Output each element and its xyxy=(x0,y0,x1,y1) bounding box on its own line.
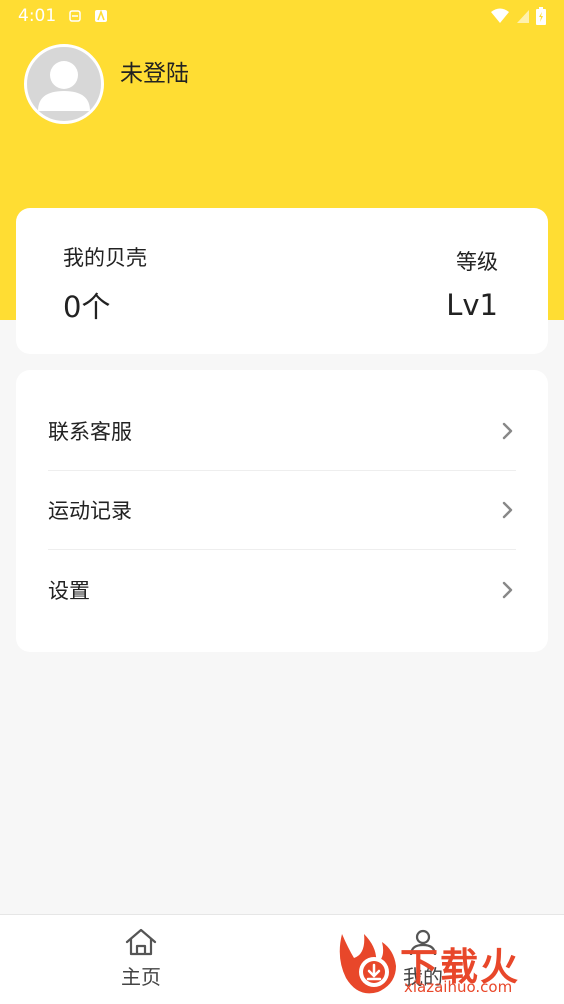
wifi-icon xyxy=(491,8,509,23)
menu-item-contact-support[interactable]: 联系客服 xyxy=(48,392,516,471)
chevron-right-icon xyxy=(502,501,513,519)
shells-stat[interactable]: 我的贝壳 0个 xyxy=(63,242,147,326)
tab-home[interactable]: 主页 xyxy=(0,915,282,1004)
watermark-logo: 下载火 xiazaihuo.com xyxy=(334,928,564,1004)
menu-item-label: 设置 xyxy=(48,578,90,603)
default-user-icon xyxy=(38,61,90,111)
shells-label: 我的贝壳 xyxy=(63,246,147,270)
level-value: Lv1 xyxy=(446,288,498,322)
tab-home-label: 主页 xyxy=(121,965,161,989)
level-label: 等级 xyxy=(456,250,498,274)
level-stat[interactable]: 等级 Lv1 xyxy=(446,246,498,322)
menu-card: 联系客服 运动记录 设置 xyxy=(16,370,548,652)
signal-icon xyxy=(517,10,529,23)
flame-logo-icon xyxy=(339,934,396,994)
home-icon xyxy=(125,928,157,956)
battery-icon xyxy=(536,7,546,25)
stats-card: 我的贝壳 0个 等级 Lv1 xyxy=(16,208,548,354)
watermark-domain: xiazaihuo.com xyxy=(404,978,513,996)
app-notification-icon xyxy=(95,9,108,22)
chevron-right-icon xyxy=(502,422,513,440)
menu-item-label: 运动记录 xyxy=(48,499,132,523)
notification-icon xyxy=(69,10,81,22)
username[interactable]: 未登陆 xyxy=(120,54,189,88)
avatar[interactable] xyxy=(24,44,104,124)
profile-section[interactable]: 未登陆 xyxy=(24,44,189,124)
status-time: 4:01 xyxy=(18,6,57,26)
menu-item-settings[interactable]: 设置 xyxy=(48,550,516,629)
status-bar: 4:01 xyxy=(0,0,564,32)
chevron-right-icon xyxy=(502,581,513,598)
shells-value: 0个 xyxy=(63,290,111,324)
menu-item-exercise-records[interactable]: 运动记录 xyxy=(48,471,516,550)
menu-item-label: 联系客服 xyxy=(48,420,132,444)
